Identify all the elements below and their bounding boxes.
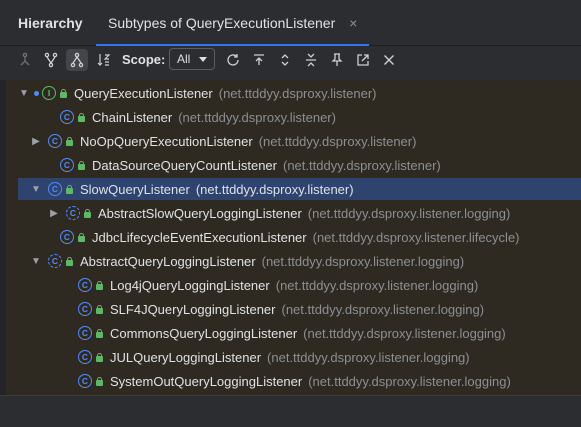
public-lock-icon xyxy=(65,136,74,146)
public-lock-icon xyxy=(65,256,74,266)
class-icon: C xyxy=(78,278,92,292)
tree-row[interactable]: C JULQueryLoggingListener (net.ttddyy.ds… xyxy=(18,346,581,368)
public-lock-icon xyxy=(77,232,86,242)
class-icon: C xyxy=(60,230,74,244)
tree-row[interactable]: C Log4jQueryLoggingListener (net.ttddyy.… xyxy=(18,274,581,296)
tree-item-name: ChainListener xyxy=(92,109,173,125)
chevron-right-icon[interactable]: ▶ xyxy=(48,207,60,219)
tree-item-package: (net.ttddyy.dsproxy.listener.lifecycle) xyxy=(312,229,520,245)
tree-item-name: NoOpQueryExecutionListener xyxy=(80,133,253,149)
scope-select[interactable]: All xyxy=(169,48,215,70)
tree-row[interactable]: ▶ C AbstractSlowQueryLoggingListener (ne… xyxy=(18,202,581,224)
hierarchy-toolbar: Scope: All xyxy=(0,46,581,74)
tab-label: Subtypes of QueryExecutionListener xyxy=(108,15,336,31)
tree-item-name: SystemOutQueryLoggingListener xyxy=(110,373,303,389)
public-lock-icon xyxy=(59,88,68,98)
tree-row-selected[interactable]: ▼ C SlowQueryListener (net.ttddyy.dsprox… xyxy=(18,178,581,200)
tree-row[interactable]: C SLF4JQueryLoggingListener (net.ttddyy.… xyxy=(18,298,581,320)
scroll-to-top-icon[interactable] xyxy=(248,49,270,71)
panel-title: Hierarchy xyxy=(18,15,83,31)
class-icon: C xyxy=(60,158,74,172)
chevron-right-icon[interactable]: ▶ xyxy=(30,135,42,147)
tree-item-package: (net.ttddyy.dsproxy.listener.logging) xyxy=(308,373,511,389)
tab-subtypes[interactable]: Subtypes of QueryExecutionListener × xyxy=(96,0,370,47)
tree-row[interactable]: ▶ C NoOpQueryExecutionListener (net.ttdd… xyxy=(18,130,581,152)
sort-alphabetically-icon[interactable] xyxy=(93,49,115,71)
tree-row[interactable]: C JdbcLifecycleEventExecutionListener (n… xyxy=(18,226,581,248)
close-icon[interactable] xyxy=(378,49,400,71)
tree-item-package: (net.ttddyy.dsproxy.listener) xyxy=(195,181,354,197)
abstract-class-icon: C xyxy=(48,254,62,268)
class-icon: C xyxy=(78,350,92,364)
public-lock-icon xyxy=(77,112,86,122)
tree-item-name: AbstractSlowQueryLoggingListener xyxy=(98,205,302,221)
refresh-icon[interactable] xyxy=(222,49,244,71)
abstract-class-icon: C xyxy=(66,206,80,220)
pin-icon[interactable] xyxy=(326,49,348,71)
public-lock-icon xyxy=(95,304,104,314)
tree-item-package: (net.ttddyy.dsproxy.listener) xyxy=(218,85,377,101)
type-hierarchy-icon[interactable] xyxy=(40,49,62,71)
scope-label: Scope: xyxy=(122,52,166,67)
tree-item-package: (net.ttddyy.dsproxy.listener.logging) xyxy=(307,205,511,221)
tree-item-package: (net.ttddyy.dsproxy.listener.logging) xyxy=(261,253,465,269)
tree-item-name: JdbcLifecycleEventExecutionListener xyxy=(92,229,307,245)
public-lock-icon xyxy=(65,184,74,194)
tree-item-name: AbstractQueryLoggingListener xyxy=(80,253,256,269)
tree-item-name: Log4jQueryLoggingListener xyxy=(110,277,270,293)
tree-item-name: CommonsQueryLoggingListener xyxy=(110,325,298,341)
tree-item-package: (net.ttddyy.dsproxy.listener) xyxy=(178,109,336,125)
supertypes-hierarchy-icon[interactable] xyxy=(14,49,36,71)
tree-row[interactable]: C SystemOutQueryLoggingListener (net.ttd… xyxy=(18,370,581,392)
tree-row[interactable]: C CommonsQueryLoggingListener (net.ttddy… xyxy=(18,322,581,344)
tree-item-name: SlowQueryListener xyxy=(80,181,190,197)
public-lock-icon xyxy=(83,208,92,218)
tree-item-package: (net.ttddyy.dsproxy.listener.logging) xyxy=(275,277,479,293)
tree-item-name: DataSourceQueryCountListener xyxy=(92,157,277,173)
chevron-down-icon[interactable]: ▼ xyxy=(30,183,42,195)
chevron-down-icon xyxy=(199,57,207,62)
hierarchy-tree: ▼ I QueryExecutionListener (net.ttddyy.d… xyxy=(6,80,581,395)
public-lock-icon xyxy=(95,376,104,386)
tree-item-name: SLF4JQueryLoggingListener xyxy=(110,301,276,317)
tree-row[interactable]: ▼ I QueryExecutionListener (net.ttddyy.d… xyxy=(18,82,581,104)
open-in-tool-window-icon[interactable] xyxy=(352,49,374,71)
class-icon: C xyxy=(60,110,74,124)
panel-footer xyxy=(0,395,581,427)
tree-row[interactable]: C DataSourceQueryCountListener (net.ttdd… xyxy=(18,154,581,176)
current-marker-icon xyxy=(34,90,39,96)
chevron-down-icon[interactable]: ▼ xyxy=(30,255,42,267)
interface-icon: I xyxy=(42,86,56,100)
expand-all-icon[interactable] xyxy=(274,49,296,71)
hierarchy-header: Hierarchy Subtypes of QueryExecutionList… xyxy=(0,0,581,47)
class-icon: C xyxy=(48,182,62,196)
public-lock-icon xyxy=(77,160,86,170)
public-lock-icon xyxy=(95,280,104,290)
public-lock-icon xyxy=(95,328,104,338)
tree-item-name: QueryExecutionListener xyxy=(74,85,213,101)
tree-row[interactable]: ▼ C AbstractQueryLoggingListener (net.tt… xyxy=(18,250,581,272)
tree-row[interactable]: C ChainListener (net.ttddyy.dsproxy.list… xyxy=(18,106,581,128)
class-icon: C xyxy=(48,134,62,148)
public-lock-icon xyxy=(95,352,104,362)
class-icon: C xyxy=(78,374,92,388)
tree-item-package: (net.ttddyy.dsproxy.listener.logging) xyxy=(281,301,485,317)
tree-item-package: (net.ttddyy.dsproxy.listener) xyxy=(283,157,441,173)
scope-value: All xyxy=(177,52,191,66)
close-icon[interactable]: × xyxy=(349,15,357,31)
tree-item-package: (net.ttddyy.dsproxy.listener) xyxy=(258,133,417,149)
class-icon: C xyxy=(78,302,92,316)
tree-item-package: (net.ttddyy.dsproxy.listener.logging) xyxy=(267,349,470,365)
tree-item-package: (net.ttddyy.dsproxy.listener.logging) xyxy=(303,325,506,341)
chevron-down-icon[interactable]: ▼ xyxy=(18,87,30,99)
tree-item-name: JULQueryLoggingListener xyxy=(110,349,262,365)
class-icon: C xyxy=(78,326,92,340)
collapse-all-icon[interactable] xyxy=(300,49,322,71)
subtypes-hierarchy-icon[interactable] xyxy=(66,49,88,71)
